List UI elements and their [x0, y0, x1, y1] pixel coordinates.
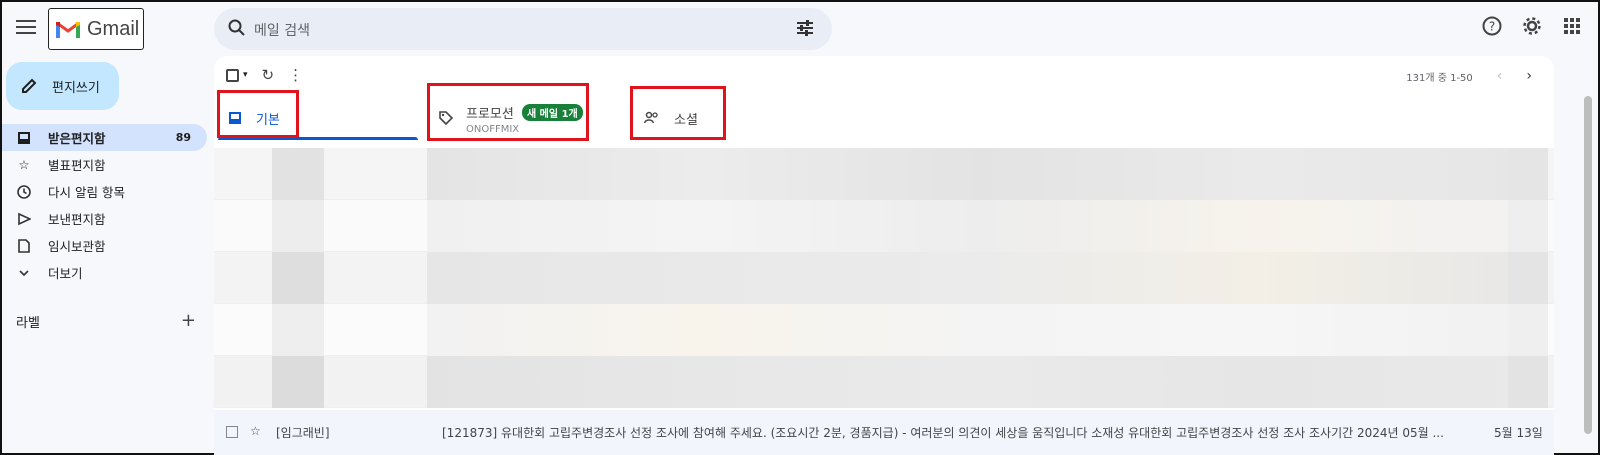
sidebar-item-label: 받은편지함	[48, 131, 106, 146]
select-all-checkbox[interactable]	[226, 68, 239, 82]
refresh-icon[interactable]: ↻	[262, 66, 275, 84]
chevron-right-icon[interactable]: ›	[1526, 68, 1532, 84]
sidebar-item-label: 임시보관함	[48, 239, 106, 254]
mail-list-panel: ▾ ↻ ⋮ 131개 중 1-50 ‹ › 기본 프로모션 새 메일 1개 ON…	[214, 56, 1554, 455]
chevron-down-icon	[16, 265, 32, 281]
add-label-button[interactable]: +	[181, 310, 196, 331]
main-menu-button[interactable]	[14, 16, 38, 40]
compose-label: 편지쓰기	[52, 80, 100, 96]
star-toggle-icon[interactable]: ☆	[250, 424, 261, 438]
email-row[interactable]	[214, 200, 1554, 252]
svg-text:?: ?	[1489, 20, 1495, 34]
pagination: 131개 중 1-50 ‹ ›	[1406, 68, 1532, 84]
labels-heading: 라벨	[16, 316, 40, 331]
draft-icon	[16, 238, 32, 254]
gmail-m-icon	[56, 21, 80, 38]
email-row[interactable]	[214, 356, 1554, 408]
sidebar-item-sent[interactable]: 보낸편지함	[2, 205, 207, 232]
select-dropdown-icon[interactable]: ▾	[243, 70, 248, 80]
inbox-icon	[16, 130, 32, 146]
search-bar[interactable]: 메일 검색	[214, 8, 832, 50]
help-icon[interactable]: ?	[1480, 14, 1504, 38]
sidebar-item-label: 보낸편지함	[48, 212, 106, 227]
labels-section: 라벨 +	[16, 310, 196, 331]
sidebar-item-label: 별표편지함	[48, 158, 106, 173]
clock-icon	[16, 184, 32, 200]
more-options-icon[interactable]: ⋮	[288, 66, 303, 84]
settings-gear-icon[interactable]	[1520, 14, 1544, 38]
highlight-box-primary	[217, 90, 299, 138]
sidebar-item-starred[interactable]: ☆ 별표편지함	[2, 151, 207, 178]
star-icon: ☆	[18, 157, 30, 172]
email-sender: [임그래빈]	[276, 426, 330, 440]
sidebar-item-inbox[interactable]: 받은편지함 89	[2, 124, 207, 151]
chevron-left-icon[interactable]: ‹	[1497, 68, 1503, 84]
email-row[interactable]	[214, 148, 1554, 200]
email-date: 5월 13일	[1494, 426, 1543, 440]
email-row[interactable]	[214, 304, 1554, 356]
search-icon[interactable]	[228, 19, 246, 37]
email-list	[214, 148, 1554, 408]
sidebar-item-label: 다시 알림 항목	[48, 185, 125, 200]
gmail-logo[interactable]: Gmail	[48, 8, 144, 50]
compose-button[interactable]: 편지쓰기	[6, 62, 119, 110]
row-checkbox[interactable]	[226, 426, 238, 438]
search-options-icon[interactable]	[796, 19, 814, 37]
pencil-icon	[22, 78, 37, 93]
email-row[interactable]: ☆ [임그래빈] [121873] 유대한회 고립주변경조사 선정 조사에 참여…	[214, 410, 1554, 455]
highlight-box-social	[630, 86, 726, 140]
send-icon	[16, 211, 32, 227]
scrollbar[interactable]	[1584, 96, 1592, 434]
sidebar-item-label: 더보기	[48, 266, 83, 281]
sidebar-item-more[interactable]: 더보기	[2, 259, 207, 286]
email-subject: [121873] 유대한회 고립주변경조사 선정 조사에 참여해 주세요. (조…	[442, 426, 1444, 440]
search-input[interactable]: 메일 검색	[254, 20, 310, 40]
apps-grid-icon[interactable]	[1560, 14, 1584, 38]
gmail-logo-text: Gmail	[87, 17, 140, 40]
unread-count: 89	[175, 131, 191, 144]
pager-text: 131개 중 1-50	[1406, 72, 1473, 84]
sidebar-item-snoozed[interactable]: 다시 알림 항목	[2, 178, 207, 205]
sidebar-item-drafts[interactable]: 임시보관함	[2, 232, 207, 259]
list-toolbar: ▾ ↻ ⋮	[226, 66, 303, 84]
highlight-box-promotions	[427, 83, 589, 141]
email-row[interactable]	[214, 252, 1554, 304]
sidebar-nav: 받은편지함 89 ☆ 별표편지함 다시 알림 항목 보낸편지함 임시보관함 더보…	[2, 124, 207, 286]
